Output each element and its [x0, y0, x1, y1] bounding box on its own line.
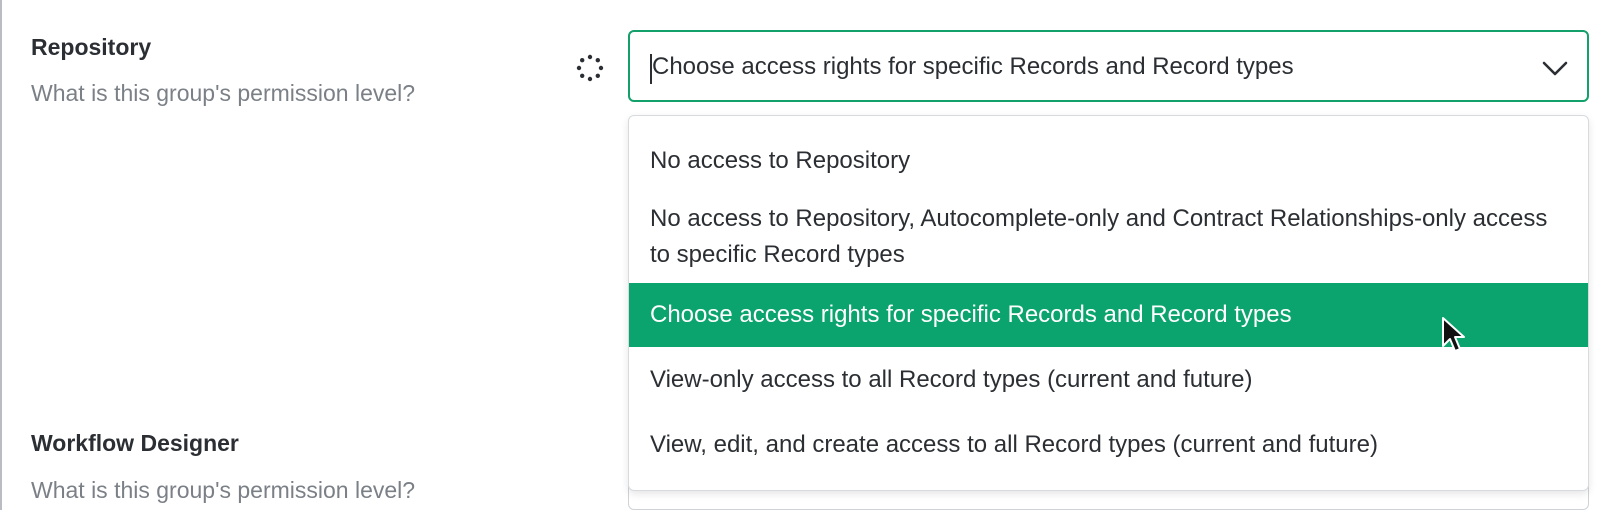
repository-permission-select[interactable]: Choose access rights for specific Record… — [628, 30, 1589, 102]
option-no-access[interactable]: No access to Repository — [629, 134, 1588, 188]
repository-help-text: What is this group's permission level? — [31, 80, 416, 106]
option-label: No access to Repository — [650, 147, 911, 174]
repository-select-value: Choose access rights for specific Record… — [652, 53, 1294, 80]
workflow-designer-help-text: What is this group's permission level? — [31, 477, 416, 503]
chevron-down-icon[interactable] — [1541, 56, 1569, 80]
left-divider — [0, 0, 2, 510]
option-label: View-only access to all Record types (cu… — [650, 366, 1253, 393]
option-label: Choose access rights for specific Record… — [650, 301, 1292, 328]
mouse-pointer-icon — [1442, 317, 1465, 352]
option-label: View, edit, and create access to all Rec… — [650, 431, 1378, 458]
spinner-icon — [576, 54, 604, 82]
option-no-access-autocomplete[interactable]: No access to Repository, Autocomplete-on… — [629, 193, 1588, 281]
option-label: No access to Repository, Autocomplete-on… — [650, 205, 1548, 268]
repository-label: Repository — [31, 34, 152, 60]
option-view-edit-create[interactable]: View, edit, and create access to all Rec… — [629, 413, 1588, 477]
workflow-designer-label: Workflow Designer — [31, 430, 239, 456]
repository-options-menu: No access to Repository No access to Rep… — [628, 115, 1589, 491]
option-view-only[interactable]: View-only access to all Record types (cu… — [629, 348, 1588, 412]
